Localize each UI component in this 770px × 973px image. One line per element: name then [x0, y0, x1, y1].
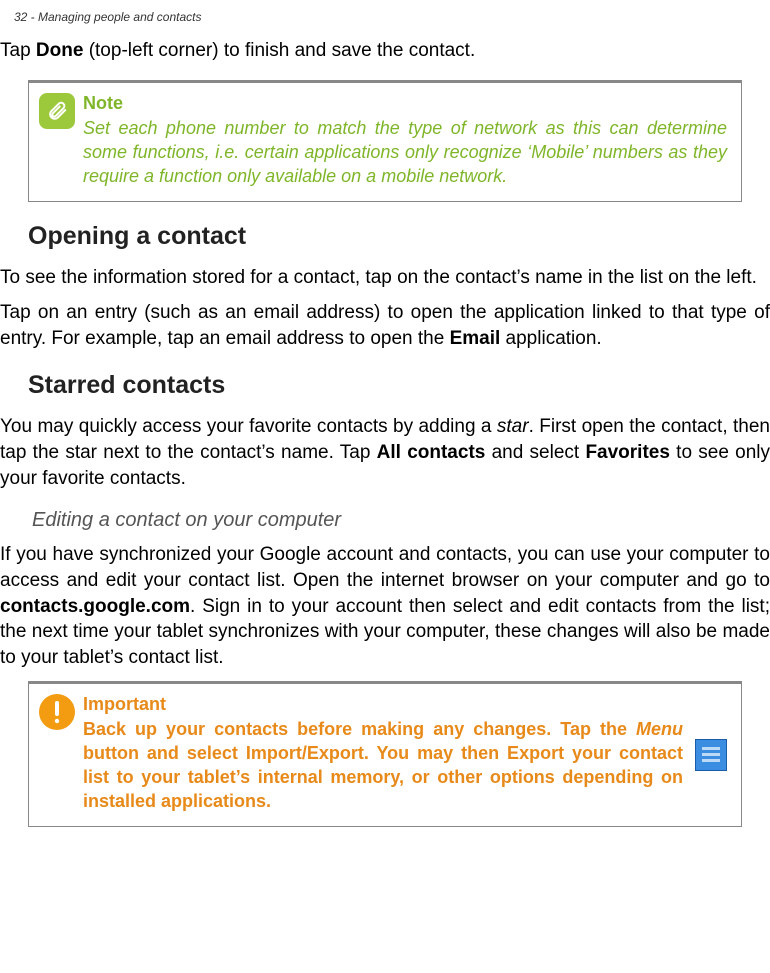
- email-keyword: Email: [450, 328, 501, 349]
- text: (top-left corner) to finish and save the…: [83, 40, 475, 61]
- important-callout: Important Back up your contacts before m…: [28, 681, 742, 827]
- note-body: Set each phone number to match the type …: [83, 116, 727, 189]
- important-body: Back up your contacts before making any …: [83, 717, 727, 814]
- heading-editing-on-computer: Editing a contact on your computer: [32, 509, 770, 532]
- text: Back up your contacts before making any …: [83, 719, 636, 739]
- text: application.: [500, 328, 601, 349]
- exclamation-icon: [39, 694, 75, 730]
- text: You may quickly access your favorite con…: [0, 416, 497, 437]
- favorites-keyword: Favorites: [585, 442, 669, 463]
- menu-keyword: Menu: [636, 719, 683, 739]
- important-label: Important: [83, 694, 727, 715]
- all-contacts-keyword: All contacts: [377, 442, 486, 463]
- editing-p1: If you have synchronized your Google acc…: [0, 542, 770, 670]
- note-label: Note: [83, 93, 727, 114]
- text: Tap: [0, 40, 36, 61]
- starred-p1: You may quickly access your favorite con…: [0, 414, 770, 491]
- opening-p1: To see the information stored for a cont…: [0, 265, 770, 291]
- done-keyword: Done: [36, 40, 84, 61]
- star-keyword: star: [497, 416, 529, 437]
- paperclip-icon: [39, 93, 75, 129]
- text: button and select Import/Export. You may…: [83, 743, 683, 812]
- opening-p2: Tap on an entry (such as an email addres…: [0, 300, 770, 351]
- note-callout: Note Set each phone number to match the …: [28, 80, 742, 202]
- intro-paragraph: Tap Done (top-left corner) to finish and…: [0, 38, 770, 64]
- text: and select: [485, 442, 585, 463]
- heading-starred-contacts: Starred contacts: [28, 371, 770, 400]
- contacts-url: contacts.google.com: [0, 596, 190, 617]
- text: Tap on an entry (such as an email addres…: [0, 302, 770, 349]
- heading-opening-contact: Opening a contact: [28, 222, 770, 251]
- page-header: 32 - Managing people and contacts: [0, 0, 770, 38]
- menu-icon: [695, 739, 727, 771]
- text: If you have synchronized your Google acc…: [0, 544, 770, 591]
